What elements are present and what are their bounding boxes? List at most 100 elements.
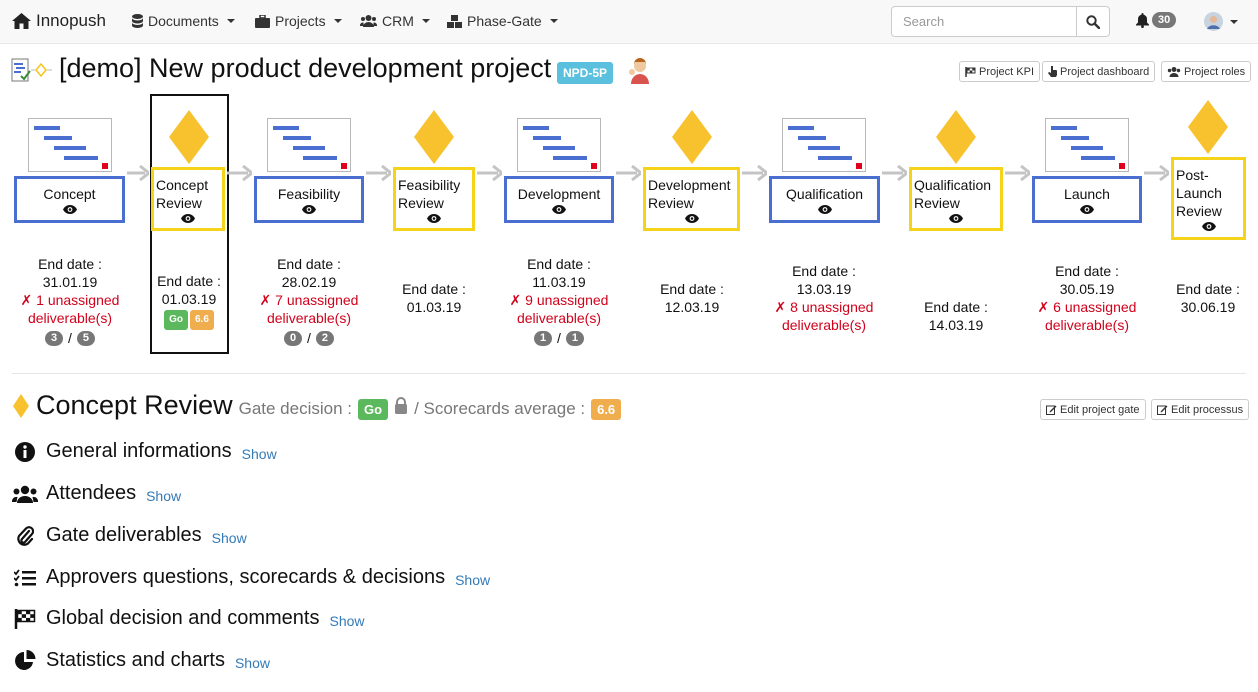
stage-name: Development Review [648,176,731,211]
statistics-show-link[interactable]: Show [235,655,270,671]
project-owner-avatar[interactable] [626,57,654,85]
approvers-show-link[interactable]: Show [455,572,490,588]
global-decision-show-link[interactable]: Show [329,613,364,629]
eye-icon [817,205,832,214]
stage-box[interactable]: Feasibility [254,176,364,223]
navbar: Innopush Documents Projects CRM Phase-Ga… [0,0,1258,44]
flow-arrow-icon [227,165,252,181]
end-date: 12.03.19 [664,299,720,315]
gate-diamond-icon [936,110,976,164]
scorecards-label: / Scorecards average : [414,399,586,418]
stage-box[interactable]: Qualification [769,176,880,223]
stage-info: End date : 31.01.19 ✗ 1 unassigned deliver… [10,255,130,347]
end-date: 28.02.19 [281,274,337,290]
stage-box[interactable]: Concept [14,176,125,223]
brand-link[interactable]: Innopush [12,11,106,31]
unassigned-deliverables[interactable]: ✗ 6 unassigned deliverable(s) [1037,298,1137,334]
general-informations-row: General informations Show [12,440,277,463]
end-date-label: End date : [38,256,102,272]
lock-icon [395,397,408,414]
stage-box[interactable]: Launch [1032,176,1142,223]
gate-box[interactable]: Feasibility Review [393,167,475,231]
deliverable-counts: 0/2 [249,329,369,347]
attendees-show-link[interactable]: Show [146,488,181,504]
edit-project-gate-button[interactable]: Edit project gate [1040,399,1146,420]
stage-name: Qualification Review [914,176,992,211]
edit-project-gate-label: Edit project gate [1060,403,1140,416]
gate-box[interactable]: Concept Review [151,167,225,231]
users-icon [12,485,38,503]
gate-diamond-icon [1188,100,1228,154]
stage-info: End date : 14.03.19 [896,298,1016,334]
nav-crm-label: CRM [382,13,414,29]
stage-box[interactable]: Development [504,176,614,223]
edit-processus-button[interactable]: Edit processus [1151,399,1250,420]
notifications-button[interactable]: 30 [1136,12,1177,28]
gate-deliverables-show-link[interactable]: Show [212,530,247,546]
general-informations-show-link[interactable]: Show [242,446,277,462]
checkered-flag-icon [14,608,36,629]
caret-down-icon [549,19,558,23]
users-icon [1167,66,1181,77]
gate-result: Go 6.6 [129,308,249,330]
unassigned-deliverables[interactable]: ✗ 1 unassigned deliverable(s) [20,291,120,327]
total-count-badge: 1 [565,330,584,346]
end-date-label: End date : [1176,281,1240,297]
done-count-badge: 1 [534,330,553,346]
gantt-icon [267,118,351,172]
end-date: 14.03.19 [928,317,984,333]
end-date: 30.06.19 [1180,299,1236,315]
eye-icon [684,213,699,223]
total-count-badge: 2 [315,330,334,346]
nav-projects-label: Projects [275,13,326,29]
search-button[interactable] [1076,6,1110,37]
count-separator: / [557,330,561,346]
project-dashboard-label: Project dashboard [1060,65,1150,78]
end-date-label: End date : [792,263,856,279]
gantt-icon [1045,118,1129,172]
end-date: 13.03.19 [796,281,852,297]
gate-decision-badge: Go [358,399,389,420]
flow-arrow-icon [1005,165,1030,181]
gate-box[interactable]: Post-Launch Review [1171,157,1246,240]
nav-documents-label: Documents [148,13,219,29]
eye-icon [1080,205,1094,214]
stage-name: Launch [1064,186,1110,202]
deliverable-counts: 3/5 [10,329,130,347]
nav-crm[interactable]: CRM [360,13,430,29]
gate-box[interactable]: Development Review [643,167,740,231]
end-date: 30.05.19 [1059,281,1115,297]
stage-info: End date : 11.03.19 ✗ 9 unassigned deliver… [499,255,619,347]
flag-checkered-icon [965,66,976,77]
nav-phase-gate-label: Phase-Gate [467,13,542,29]
project-dashboard-button[interactable]: Project dashboard [1042,61,1156,82]
project-kpi-button[interactable]: Project KPI [959,61,1041,82]
stage-info: End date : 30.06.19 [1148,280,1258,316]
process-icon [11,58,52,82]
gate-title: Concept Review [36,390,233,420]
nav-projects[interactable]: Projects [255,13,342,29]
unassigned-deliverables[interactable]: ✗ 8 unassigned deliverable(s) [774,298,874,334]
unassigned-deliverables[interactable]: ✗ 9 unassigned deliverable(s) [509,291,609,327]
user-menu[interactable] [1204,12,1238,31]
paperclip-icon [17,525,34,546]
eye-icon [302,205,316,214]
database-icon [132,14,143,28]
gate-deliverables-row: Gate deliverables Show [12,524,247,547]
stage-info: End date : 12.03.19 [632,280,752,316]
project-roles-button[interactable]: Project roles [1161,61,1252,82]
brand-name: Innopush [36,11,106,30]
decision-badge: Go [164,310,188,330]
nav-documents[interactable]: Documents [132,13,235,29]
nav-phase-gate[interactable]: Phase-Gate [447,13,558,29]
gate-box[interactable]: Qualification Review [909,167,1003,231]
eye-icon [1201,222,1216,231]
total-count-badge: 5 [76,330,95,346]
end-date-label: End date : [277,256,341,272]
project-roles-label: Project roles [1184,65,1246,78]
flow-arrow-icon [882,165,907,181]
search-input[interactable] [891,6,1077,37]
approvers-row: Approvers questions, scorecards & decisi… [12,566,490,589]
unassigned-deliverables[interactable]: ✗ 7 unassigned deliverable(s) [259,291,359,327]
gate-header: Concept Review Gate decision : Go / Scor… [12,390,622,421]
